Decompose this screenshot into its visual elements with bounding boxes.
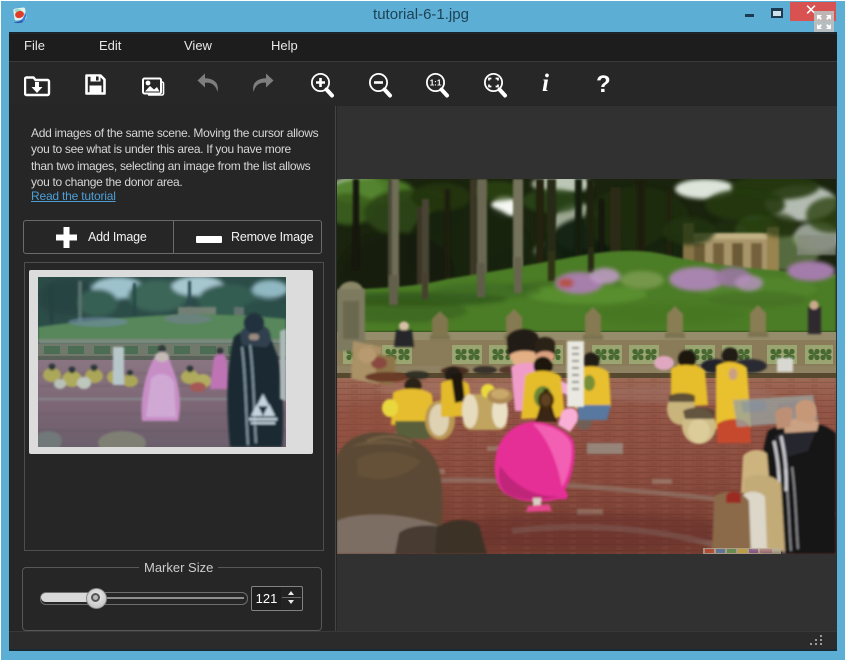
- svg-text:1:1: 1:1: [430, 79, 442, 88]
